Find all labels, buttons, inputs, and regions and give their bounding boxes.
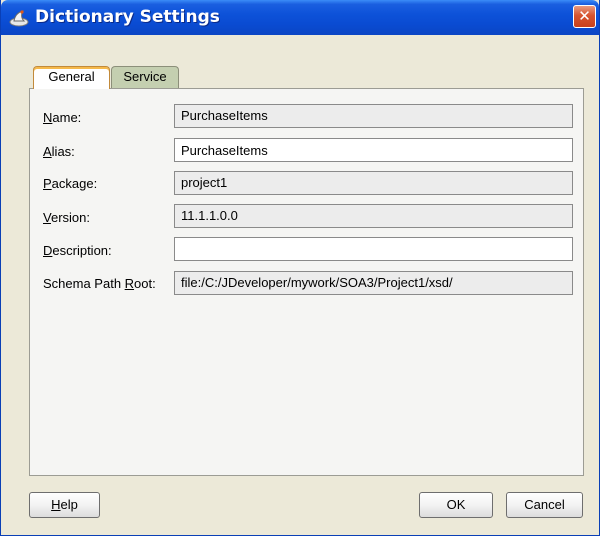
schema-path-root-label: Schema Path Root: — [43, 276, 156, 291]
name-field[interactable]: PurchaseItems — [174, 104, 573, 128]
close-button[interactable]: ✕ — [573, 5, 596, 28]
tab-service[interactable]: Service — [111, 66, 179, 88]
package-label: Package: — [43, 176, 98, 191]
help-button[interactable]: Help — [29, 492, 100, 518]
name-label: Name: — [43, 110, 82, 125]
tab-general-label: General — [48, 69, 95, 84]
description-field[interactable] — [174, 237, 573, 261]
description-label: Description: — [43, 243, 112, 258]
package-field[interactable]: project1 — [174, 171, 573, 195]
tab-general[interactable]: General — [33, 66, 110, 89]
schema-path-root-field[interactable]: file:/C:/JDeveloper/mywork/SOA3/Project1… — [174, 271, 573, 295]
version-label: Version: — [43, 210, 90, 225]
dictionary-icon — [9, 10, 29, 27]
dialog-window: Dictionary Settings ✕ General Service Na… — [0, 0, 600, 536]
tab-service-label: Service — [123, 69, 167, 84]
ok-button[interactable]: OK — [419, 492, 493, 518]
close-icon: ✕ — [578, 7, 591, 25]
cancel-button[interactable]: Cancel — [506, 492, 583, 518]
title-bar[interactable]: Dictionary Settings ✕ — [1, 0, 599, 35]
window-title: Dictionary Settings — [35, 7, 220, 27]
version-field[interactable]: 11.1.1.0.0 — [174, 204, 573, 228]
alias-field[interactable] — [174, 138, 573, 162]
alias-label: Alias: — [43, 144, 75, 159]
